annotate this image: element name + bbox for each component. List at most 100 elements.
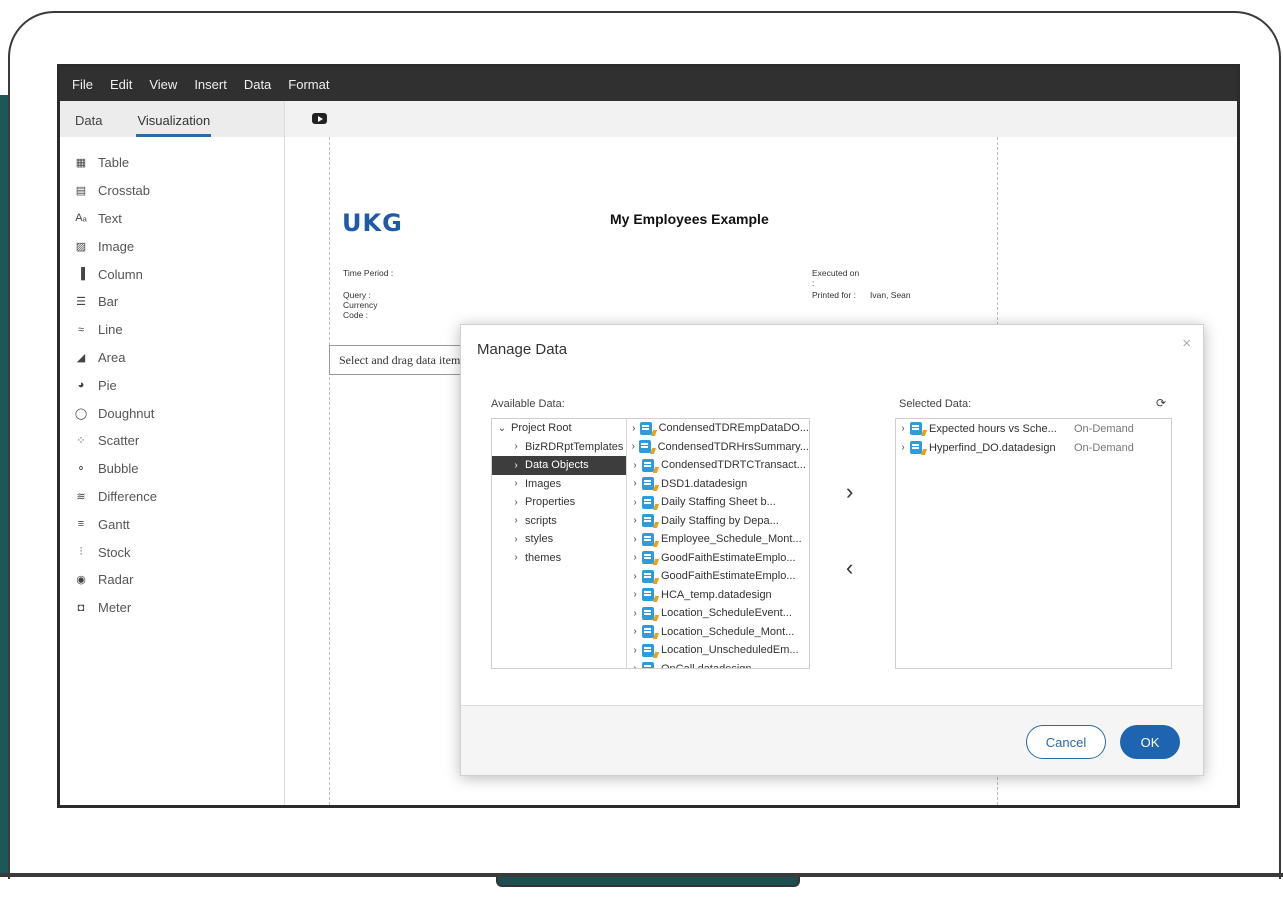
tree-node[interactable]: ⌄ Project Root bbox=[492, 419, 626, 438]
viz-item-bubble[interactable]: ⚬ Bubble bbox=[60, 455, 284, 483]
data-object-item[interactable]: › OnCall.datadesign bbox=[628, 660, 809, 668]
available-data-label: Available Data: bbox=[491, 398, 565, 410]
chevron-right-icon[interactable]: › bbox=[510, 515, 522, 526]
report-title: My Employees Example bbox=[610, 211, 769, 227]
close-icon[interactable]: × bbox=[1182, 335, 1191, 352]
data-object-item[interactable]: › Daily Staffing by Depa... bbox=[628, 512, 809, 531]
viz-item-gantt[interactable]: ≡ Gantt bbox=[60, 510, 284, 538]
data-object-item[interactable]: › DSD1.datadesign bbox=[628, 475, 809, 494]
file-list: › CondensedTDREmpDataDO... › CondensedTDRHr… bbox=[628, 419, 809, 668]
viz-item-table[interactable]: ▦ Table bbox=[60, 149, 284, 177]
chevron-right-icon[interactable]: › bbox=[628, 423, 640, 434]
data-object-item[interactable]: › GoodFaithEstimateEmplo... bbox=[628, 567, 809, 586]
chevron-right-icon[interactable]: › bbox=[628, 571, 642, 582]
selected-data-item[interactable]: › Hyperfind_DO.datadesign On-Demand bbox=[896, 438, 1171, 457]
data-object-item[interactable]: › Location_UnscheduledEm... bbox=[628, 641, 809, 660]
data-object-item[interactable]: › CondensedTDRHrsSummary... bbox=[628, 438, 809, 457]
viz-item-radar[interactable]: ◉ Radar bbox=[60, 566, 284, 594]
menu-view[interactable]: View bbox=[149, 77, 177, 92]
visualization-list: ▦ Table ▤ Crosstab Aₐ Text ▨ Image ▐ Column ☰ Bar ≈ L… bbox=[60, 137, 284, 622]
viz-item-meter[interactable]: ◘ Meter bbox=[60, 594, 284, 622]
data-object-item[interactable]: › Location_ScheduleEvent... bbox=[628, 604, 809, 623]
viz-item-stock[interactable]: ⫶ Stock bbox=[60, 538, 284, 566]
viz-item-image[interactable]: ▨ Image bbox=[60, 232, 284, 260]
menu-file[interactable]: File bbox=[72, 77, 93, 92]
menu-format[interactable]: Format bbox=[288, 77, 329, 92]
chevron-right-icon[interactable]: › bbox=[628, 441, 639, 452]
refresh-icon[interactable]: ⟳ bbox=[1156, 396, 1166, 410]
chevron-right-icon[interactable]: › bbox=[896, 442, 910, 453]
load-mode-label: On-Demand bbox=[1074, 422, 1134, 435]
chevron-right-icon[interactable]: › bbox=[628, 626, 642, 637]
menu-insert[interactable]: Insert bbox=[194, 77, 227, 92]
tree-node[interactable]: › BizRDRptTemplates bbox=[492, 438, 626, 457]
viz-item-difference[interactable]: ≋ Difference bbox=[60, 483, 284, 511]
viz-item-scatter[interactable]: ⁘ Scatter bbox=[60, 427, 284, 455]
menu-data[interactable]: Data bbox=[244, 77, 271, 92]
data-object-item[interactable]: › CondensedTDREmpDataDO... bbox=[628, 419, 809, 438]
viz-item-bar[interactable]: ☰ Bar bbox=[60, 288, 284, 316]
selected-data-item[interactable]: › Expected hours vs Sche... On-Demand bbox=[896, 419, 1171, 438]
data-object-label: Location_ScheduleEvent... bbox=[661, 607, 792, 620]
chevron-right-icon[interactable]: › bbox=[510, 497, 522, 508]
chevron-right-icon[interactable]: › bbox=[510, 552, 522, 563]
chevron-right-icon[interactable]: › bbox=[628, 589, 642, 600]
data-object-label: GoodFaithEstimateEmplo... bbox=[661, 570, 796, 583]
manage-data-dialog: Manage Data × Available Data: Selected D… bbox=[460, 324, 1204, 776]
data-object-item[interactable]: › CondensedTDRTCTransact... bbox=[628, 456, 809, 475]
viz-item-doughnut[interactable]: ◯ Doughnut bbox=[60, 399, 284, 427]
tree-node-label: Images bbox=[525, 477, 562, 490]
viz-item-line[interactable]: ≈ Line bbox=[60, 316, 284, 344]
chevron-right-icon[interactable]: › bbox=[628, 645, 642, 656]
tree-node-label: Data Objects bbox=[525, 459, 589, 472]
cancel-button[interactable]: Cancel bbox=[1026, 725, 1106, 759]
menu-edit[interactable]: Edit bbox=[110, 77, 132, 92]
chevron-down-icon[interactable]: ⌄ bbox=[496, 423, 508, 434]
currency-label: Currency bbox=[343, 300, 378, 310]
data-object-item[interactable]: › GoodFaithEstimateEmplo... bbox=[628, 549, 809, 568]
data-object-item[interactable]: › Location_Schedule_Mont... bbox=[628, 623, 809, 642]
data-object-item[interactable]: › HCA_temp.datadesign bbox=[628, 586, 809, 605]
remove-arrow-button[interactable]: ‹ bbox=[846, 555, 853, 581]
datadesign-file-icon bbox=[642, 551, 654, 565]
viz-item-area[interactable]: ◢ Area bbox=[60, 344, 284, 372]
tree-node[interactable]: › scripts bbox=[492, 512, 626, 531]
tab-visualization[interactable]: Visualization bbox=[136, 113, 212, 137]
bubble-chart-icon: ⚬ bbox=[76, 463, 86, 476]
video-play-icon[interactable] bbox=[312, 113, 327, 124]
chevron-right-icon[interactable]: › bbox=[510, 534, 522, 545]
add-arrow-button[interactable]: › bbox=[846, 479, 853, 505]
chevron-right-icon[interactable]: › bbox=[628, 534, 642, 545]
tree-node-label: BizRDRptTemplates bbox=[525, 440, 624, 453]
tree-node[interactable]: › Images bbox=[492, 475, 626, 494]
tab-data[interactable]: Data bbox=[75, 113, 102, 137]
datadesign-file-icon bbox=[642, 569, 654, 583]
tree-node[interactable]: › Properties bbox=[492, 493, 626, 512]
chevron-right-icon[interactable]: › bbox=[628, 552, 642, 563]
chevron-right-icon[interactable]: › bbox=[628, 460, 642, 471]
chevron-right-icon[interactable]: › bbox=[896, 423, 910, 434]
tree-node[interactable]: › styles bbox=[492, 530, 626, 549]
data-object-item[interactable]: › Employee_Schedule_Mont... bbox=[628, 530, 809, 549]
viz-item-crosstab[interactable]: ▤ Crosstab bbox=[60, 177, 284, 205]
viz-item-pie[interactable]: ◕ Pie bbox=[60, 371, 284, 399]
tree-node[interactable]: › themes bbox=[492, 549, 626, 568]
ok-button[interactable]: OK bbox=[1120, 725, 1180, 759]
chevron-right-icon[interactable]: › bbox=[628, 478, 642, 489]
ukg-logo: UKG bbox=[342, 209, 403, 237]
datadesign-file-icon bbox=[639, 421, 652, 435]
viz-item-column[interactable]: ▐ Column bbox=[60, 260, 284, 288]
chevron-right-icon[interactable]: › bbox=[628, 515, 642, 526]
data-object-item[interactable]: › Daily Staffing Sheet b... bbox=[628, 493, 809, 512]
chevron-right-icon[interactable]: › bbox=[510, 460, 522, 471]
tree-node[interactable]: › Data Objects bbox=[492, 456, 626, 475]
viz-item-text[interactable]: Aₐ Text bbox=[60, 205, 284, 233]
viz-item-label: Area bbox=[98, 349, 126, 365]
chevron-right-icon[interactable]: › bbox=[628, 608, 642, 619]
drop-zone[interactable]: Select and drag data items bbox=[329, 345, 469, 375]
chevron-right-icon[interactable]: › bbox=[510, 441, 522, 452]
chevron-right-icon[interactable]: › bbox=[510, 478, 522, 489]
chevron-right-icon[interactable]: › bbox=[628, 663, 642, 668]
data-object-label: CondensedTDRTCTransact... bbox=[661, 459, 806, 472]
chevron-right-icon[interactable]: › bbox=[628, 497, 642, 508]
